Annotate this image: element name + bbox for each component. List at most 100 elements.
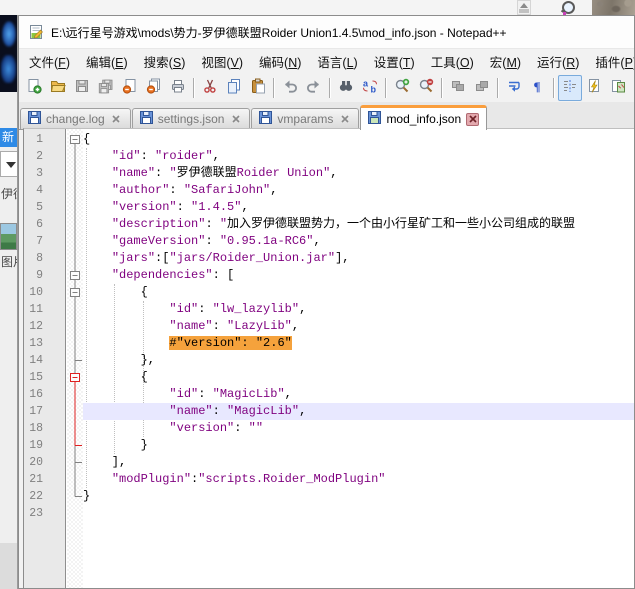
code-area[interactable]: { "id": "roider", "name": "罗伊德联盟Roider U… (83, 129, 634, 588)
editor-area[interactable]: 1234567891011121314151617181920212223 { … (23, 128, 634, 588)
toolbar-zoom-out-button[interactable] (414, 75, 438, 101)
toolbar-separator (553, 78, 555, 98)
fold-toggle[interactable] (67, 267, 83, 284)
line-number: 5 (24, 199, 65, 216)
tab-settings-json[interactable]: settings.json (132, 108, 251, 129)
toolbar-open-folder-button[interactable] (46, 75, 70, 101)
tab-vmparams[interactable]: vmparams (251, 108, 359, 129)
tab-change-log[interactable]: change.log (20, 108, 131, 129)
toolbar-redo-button[interactable] (302, 75, 326, 101)
bg-selected-item[interactable]: 新 (0, 128, 18, 147)
tab-label: mod_info.json (386, 112, 461, 126)
code-line-14[interactable]: }, (83, 352, 634, 369)
fold-margin-cell (67, 165, 83, 182)
paste-icon (250, 78, 266, 99)
code-line-6[interactable]: "description": "加入罗伊德联盟势力，一个由小行星矿工和一些小公司… (83, 216, 634, 233)
close-tab-icon[interactable] (466, 113, 479, 126)
code-line-10[interactable]: { (83, 284, 634, 301)
toolbar-zoom-in-button[interactable] (390, 75, 414, 101)
background-scrollbar[interactable] (517, 0, 531, 15)
fold-toggle[interactable] (67, 131, 83, 148)
blue-glow-glyph (1, 55, 16, 83)
toolbar-close-document-button[interactable] (118, 75, 142, 101)
code-line-9[interactable]: "dependencies": [ (83, 267, 634, 284)
code-line-11[interactable]: "id": "lw_lazylib", (83, 301, 634, 318)
tab-mod-info-json[interactable]: mod_info.json (360, 105, 487, 130)
bg-file-item[interactable]: 伊德 (0, 185, 18, 202)
toolbar-indent-guide-button[interactable] (558, 75, 582, 101)
line-number-margin: 1234567891011121314151617181920212223 (24, 129, 66, 588)
toolbar-separator (385, 78, 387, 98)
code-line-22[interactable]: } (83, 488, 634, 505)
toolbar-new-file-button[interactable] (22, 75, 46, 101)
code-line-21[interactable]: "modPlugin":"scripts.Roider_ModPlugin" (83, 471, 634, 488)
toolbar-print-button[interactable] (166, 75, 190, 101)
word-wrap-icon (506, 78, 522, 99)
menu-view[interactable]: 视图(V) (193, 48, 251, 75)
code-line-19[interactable]: } (83, 437, 634, 454)
close-tab-icon[interactable] (229, 113, 242, 126)
code-line-20[interactable]: ], (83, 454, 634, 471)
toolbar-find-button[interactable] (334, 75, 358, 101)
toolbar-save-all-button[interactable] (94, 75, 118, 101)
close-document-icon (122, 78, 138, 99)
menu-file[interactable]: 文件(F) (21, 48, 78, 75)
code-line-18[interactable]: "version": "" (83, 420, 634, 437)
tab-label: change.log (46, 112, 105, 126)
menu-encoding[interactable]: 编码(N) (251, 48, 309, 75)
toolbar-function-list-button[interactable] (582, 75, 606, 101)
menu-tools[interactable]: 工具(O) (423, 48, 482, 75)
bg-dropdown[interactable] (0, 151, 18, 177)
toolbar-word-wrap-button[interactable] (502, 75, 526, 101)
code-line-23[interactable] (83, 505, 634, 522)
fold-margin-cell (67, 420, 83, 437)
menu-search[interactable]: 搜索(S) (136, 48, 194, 75)
menu-edit[interactable]: 编辑(E) (78, 48, 136, 75)
toolbar-copy-button[interactable] (222, 75, 246, 101)
toolbar-document-map-button[interactable] (606, 75, 630, 101)
close-tab-icon[interactable] (338, 113, 351, 126)
fold-margin-cell (67, 352, 83, 369)
code-line-5[interactable]: "version": "1.4.5", (83, 199, 634, 216)
fold-margin-cell (67, 454, 83, 471)
toolbar: ab ¶ (19, 74, 634, 102)
code-line-17[interactable]: "name": "MagicLib", (83, 403, 634, 420)
code-line-4[interactable]: "author": "SafariJohn", (83, 182, 634, 199)
saved-file-icon (140, 111, 153, 127)
window-titlebar[interactable]: E:\远行星号游戏\mods\势力-罗伊德联盟Roider Union1.4.5… (19, 16, 634, 49)
line-number: 10 (24, 284, 65, 301)
toolbar-document-switcher-button[interactable] (630, 75, 634, 101)
search-icon[interactable] (560, 1, 578, 15)
line-number: 12 (24, 318, 65, 335)
menu-language[interactable]: 语言(L) (309, 48, 365, 75)
code-line-2[interactable]: "id": "roider", (83, 148, 634, 165)
menu-settings[interactable]: 设置(T) (366, 48, 423, 75)
toolbar-paste-button[interactable] (246, 75, 270, 101)
fold-toggle[interactable] (67, 369, 83, 386)
code-line-15[interactable]: { (83, 369, 634, 386)
menu-macro[interactable]: 宏(M) (482, 48, 529, 75)
code-line-12[interactable]: "name": "LazyLib", (83, 318, 634, 335)
toolbar-sync-vertical-scrolling-button[interactable] (446, 75, 470, 101)
menu-plugins[interactable]: 插件(P) (587, 48, 635, 75)
toolbar-replace-button[interactable]: ab (358, 75, 382, 101)
fold-toggle[interactable] (67, 284, 83, 301)
notepadpp-window: E:\远行星号游戏\mods\势力-罗伊德联盟Roider Union1.4.5… (18, 15, 635, 589)
toolbar-sync-horizontal-scrolling-button[interactable] (470, 75, 494, 101)
toolbar-save-button[interactable] (70, 75, 94, 101)
sync-horizontal-scrolling-icon (474, 78, 490, 99)
code-line-8[interactable]: "jars":["jars/Roider_Union.jar"], (83, 250, 634, 267)
close-tab-icon[interactable] (110, 113, 123, 126)
code-line-3[interactable]: "name": "罗伊德联盟Roider Union", (83, 165, 634, 182)
toolbar-show-all-characters-button[interactable]: ¶ (526, 75, 550, 101)
replace-icon: ab (362, 78, 378, 99)
menu-run[interactable]: 运行(R) (529, 48, 587, 75)
bg-image-thumbnail[interactable] (0, 223, 17, 250)
code-line-16[interactable]: "id": "MagicLib", (83, 386, 634, 403)
code-line-13[interactable]: #"version": "2.6" (83, 335, 634, 352)
toolbar-cut-button[interactable] (198, 75, 222, 101)
code-line-7[interactable]: "gameVersion": "0.95.1a-RC6", (83, 233, 634, 250)
code-line-1[interactable]: { (83, 131, 634, 148)
toolbar-undo-button[interactable] (278, 75, 302, 101)
toolbar-close-all-documents-button[interactable] (142, 75, 166, 101)
